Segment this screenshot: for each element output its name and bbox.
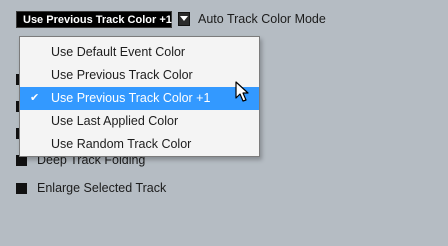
track-color-mode-dropdown[interactable]: Use Previous Track Color +1 — [16, 11, 172, 28]
chevron-down-icon — [180, 16, 188, 21]
menu-item-previous-track-color-plus-one[interactable]: ✔ Use Previous Track Color +1 — [20, 87, 259, 110]
enlarge-selected-track-option[interactable]: Enlarge Selected Track — [16, 181, 166, 195]
track-color-mode-value: Use Previous Track Color +1 — [23, 13, 172, 26]
track-color-mode-label: Auto Track Color Mode — [198, 12, 326, 26]
menu-item-label: Use Random Track Color — [51, 137, 192, 151]
menu-item-default-event-color[interactable]: Use Default Event Color — [20, 41, 259, 64]
enlarge-selected-track-label: Enlarge Selected Track — [37, 181, 167, 195]
mouse-pointer-icon — [235, 81, 249, 102]
menu-item-previous-track-color[interactable]: Use Previous Track Color — [20, 64, 259, 87]
menu-item-label: Use Previous Track Color — [51, 68, 193, 82]
menu-item-label: Use Previous Track Color +1 — [51, 91, 211, 105]
menu-item-label: Use Default Event Color — [51, 45, 186, 59]
dropdown-arrow-button[interactable] — [178, 12, 190, 26]
menu-item-random-track-color[interactable]: Use Random Track Color — [20, 133, 259, 156]
checkmark-icon: ✔ — [30, 92, 40, 104]
track-color-mode-menu: Use Default Event Color Use Previous Tra… — [19, 36, 260, 157]
menu-item-label: Use Last Applied Color — [51, 114, 179, 128]
menu-item-last-applied-color[interactable]: Use Last Applied Color — [20, 110, 259, 133]
enlarge-selected-track-checkbox[interactable] — [16, 182, 27, 194]
